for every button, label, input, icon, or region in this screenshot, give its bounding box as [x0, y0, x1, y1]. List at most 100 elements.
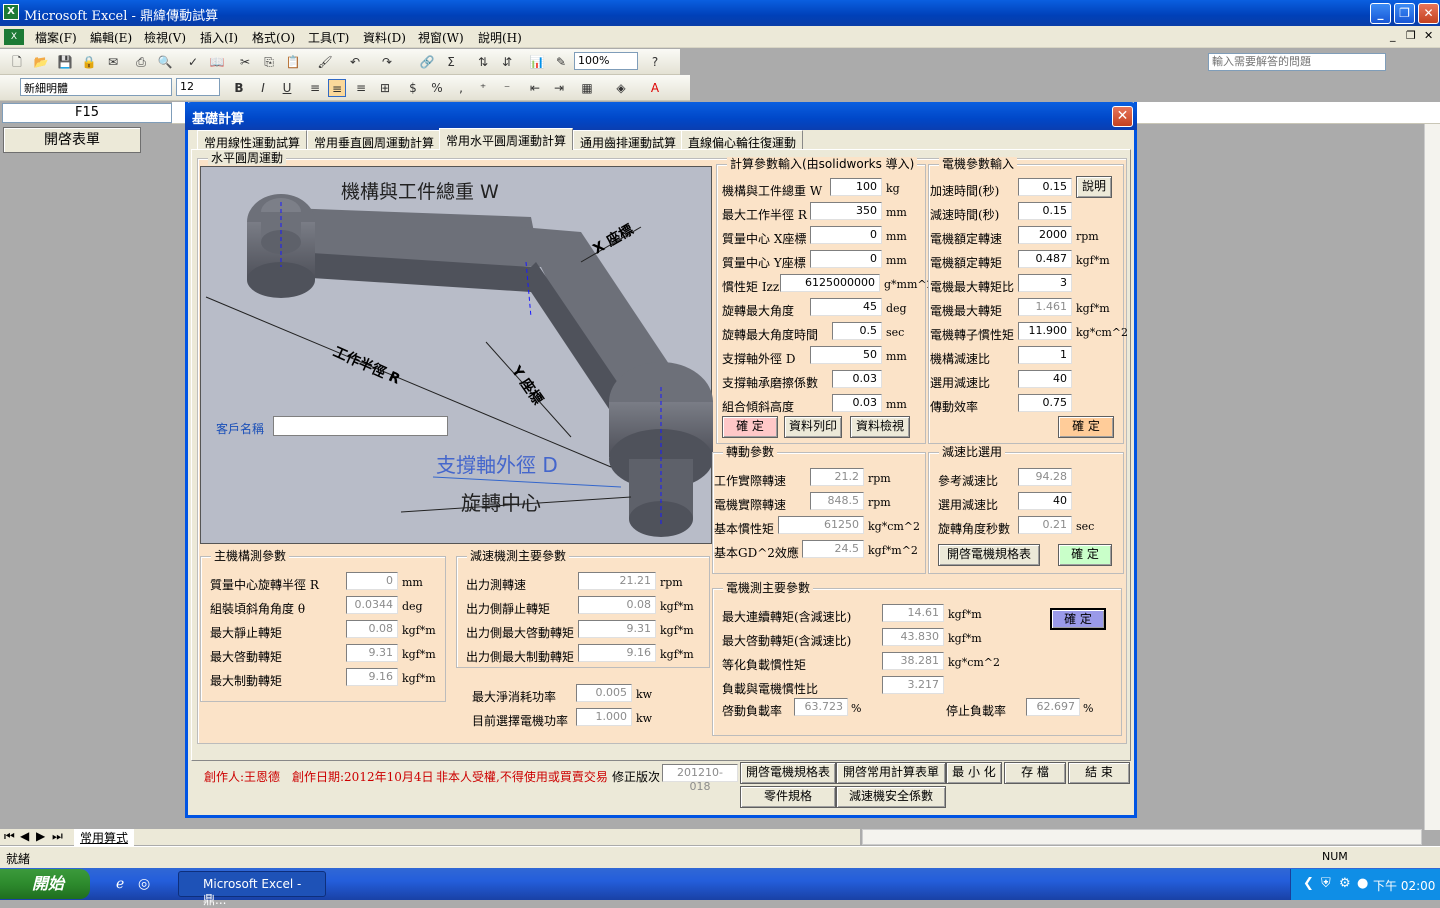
calc-field[interactable]: 350 [810, 202, 882, 220]
version-field[interactable]: 201210-018 [662, 764, 738, 793]
autosum-icon[interactable]: Σ [442, 53, 460, 71]
open-calc-form-button[interactable]: 開啓常用計算表單 [836, 762, 946, 784]
view-data-button[interactable]: 資料檢視 [850, 416, 910, 438]
ratio-field[interactable]: 94.28 [1018, 468, 1072, 486]
calc-field[interactable]: 0.5 [832, 322, 882, 340]
tab-vertical[interactable]: 常用垂直圓周運動計算 [307, 130, 442, 150]
calc-field[interactable]: 100 [830, 178, 882, 196]
print-data-button[interactable]: 資料列印 [784, 416, 842, 438]
motor-in-field[interactable]: 11.900 [1018, 322, 1072, 340]
calc-field[interactable]: 0 [810, 226, 882, 244]
reducer-field[interactable]: 9.31 [578, 620, 656, 638]
open-motor-spec-button[interactable]: 開啓電機規格表 [938, 544, 1040, 566]
dialog-close-icon[interactable]: ✕ [1112, 106, 1133, 127]
menu-insert[interactable]: 插入(I) [200, 29, 238, 46]
motor-side-field[interactable]: 14.61 [882, 604, 944, 622]
main-field[interactable]: 9.16 [346, 668, 398, 686]
main-field[interactable]: 0.0344 [346, 596, 398, 614]
doc-minimize-icon[interactable]: _ [1390, 29, 1396, 42]
parts-spec-button[interactable]: 零件規格 [740, 786, 836, 808]
save-icon[interactable]: 💾 [56, 53, 74, 71]
new-icon[interactable]: 🗋 [8, 53, 26, 71]
print-icon[interactable]: ⎙ [132, 53, 150, 71]
motor-side-field[interactable]: 38.281 [882, 652, 944, 670]
customer-input[interactable] [273, 416, 448, 436]
calc-field[interactable]: 6125000000 [780, 274, 880, 292]
start-button[interactable]: 開始 [0, 869, 90, 899]
main-field[interactable]: 0 [346, 572, 398, 590]
format-painter-icon[interactable]: 🖌 [316, 53, 334, 71]
calc-field[interactable]: 0.03 [832, 394, 882, 412]
rot-field[interactable]: 848.5 [810, 492, 864, 510]
align-left-icon[interactable]: ≡ [306, 79, 324, 97]
ask-question-input[interactable] [1208, 53, 1386, 71]
power-field[interactable]: 1.000 [576, 708, 632, 726]
minimize-icon[interactable]: _ [1370, 3, 1391, 24]
menu-tools[interactable]: 工具(T) [308, 29, 349, 46]
zoom-select[interactable]: 100% [574, 52, 638, 70]
doc-close-icon[interactable]: ✕ [1424, 29, 1433, 42]
main-field[interactable]: 0.08 [346, 620, 398, 638]
undo-icon[interactable]: ↶ [346, 53, 364, 71]
network-icon[interactable]: ⚙ [1339, 876, 1351, 891]
motor-in-field[interactable]: 1 [1018, 346, 1072, 364]
ratio-field[interactable]: 0.21 [1018, 516, 1072, 534]
menu-edit[interactable]: 編輯(E) [90, 29, 132, 46]
bold-icon[interactable]: B [230, 79, 248, 97]
motor-in-field[interactable]: 0.487 [1018, 250, 1072, 268]
open-form-button[interactable]: 開啓表單 [3, 127, 141, 153]
sort-asc-icon[interactable]: ⇅ [474, 53, 492, 71]
tab-linear[interactable]: 常用線性運動試算 [197, 130, 308, 150]
menu-format[interactable]: 格式(O) [252, 29, 295, 46]
first-sheet-icon[interactable]: ⏮ [4, 829, 15, 844]
chart-icon[interactable]: 📊 [528, 53, 546, 71]
security-icon[interactable]: ● [1357, 876, 1368, 891]
motor-side-field[interactable]: 3.217 [882, 676, 944, 694]
tray-arrow-icon[interactable]: ❮ [1303, 876, 1314, 891]
permission-icon[interactable]: 🔒 [80, 53, 98, 71]
spelling-icon[interactable]: ✓ [184, 53, 202, 71]
menu-data[interactable]: 資料(D) [363, 29, 406, 46]
ratio-confirm-button[interactable]: 確 定 [1058, 544, 1112, 566]
tab-rack[interactable]: 通用齒排運動試算 [573, 130, 684, 150]
fill-color-icon[interactable]: ◈ [612, 79, 630, 97]
main-field[interactable]: 9.31 [346, 644, 398, 662]
increase-indent-icon[interactable]: ⇥ [550, 79, 568, 97]
menu-window[interactable]: 視窗(W) [418, 29, 464, 46]
help-icon[interactable]: ? [646, 53, 664, 71]
ie-icon[interactable]: ℯ [116, 876, 124, 892]
calc-field[interactable]: 45 [810, 298, 882, 316]
copy-icon[interactable]: ⎘ [260, 53, 278, 71]
redo-icon[interactable]: ↷ [378, 53, 396, 71]
motor-in-field[interactable]: 0.75 [1018, 394, 1072, 412]
excel-task-button[interactable]: Microsoft Excel - 鼎... [178, 871, 326, 907]
horizontal-scrollbar[interactable] [862, 829, 1422, 845]
drawing-icon[interactable]: ✎ [552, 53, 570, 71]
minimize-button[interactable]: 最 小 化 [946, 762, 1002, 784]
motor-confirm-button[interactable]: 確 定 [1058, 416, 1114, 438]
comma-icon[interactable]: , [452, 79, 470, 97]
calc-field[interactable]: 50 [810, 346, 882, 364]
start-load-field[interactable]: 63.723 [794, 698, 848, 716]
motor-side-field[interactable]: 43.830 [882, 628, 944, 646]
restore-icon[interactable]: ❐ [1394, 3, 1415, 24]
align-center-icon[interactable]: ≡ [328, 79, 346, 97]
rot-field[interactable]: 24.5 [802, 540, 864, 558]
stop-load-field[interactable]: 62.697 [1026, 698, 1080, 716]
footer-open-spec-button[interactable]: 開啓電機規格表 [740, 762, 836, 784]
ratio-field[interactable]: 40 [1018, 492, 1072, 510]
workbook-icon[interactable]: X [4, 29, 24, 45]
underline-icon[interactable]: U [278, 79, 296, 97]
open-icon[interactable]: 📂 [32, 53, 50, 71]
hyperlink-icon[interactable]: 🔗 [418, 53, 436, 71]
research-icon[interactable]: 📖 [208, 53, 226, 71]
power-field[interactable]: 0.005 [576, 684, 632, 702]
sort-desc-icon[interactable]: ⇵ [498, 53, 516, 71]
percent-icon[interactable]: % [428, 79, 446, 97]
name-box[interactable]: F15 [2, 103, 172, 123]
increase-decimal-icon[interactable]: ⁺ [474, 79, 492, 97]
motor-in-field[interactable]: 1.461 [1018, 298, 1072, 316]
motor-in-field[interactable]: 0.15 [1018, 178, 1072, 196]
exit-button[interactable]: 結 束 [1068, 762, 1130, 784]
rot-field[interactable]: 61250 [778, 516, 864, 534]
